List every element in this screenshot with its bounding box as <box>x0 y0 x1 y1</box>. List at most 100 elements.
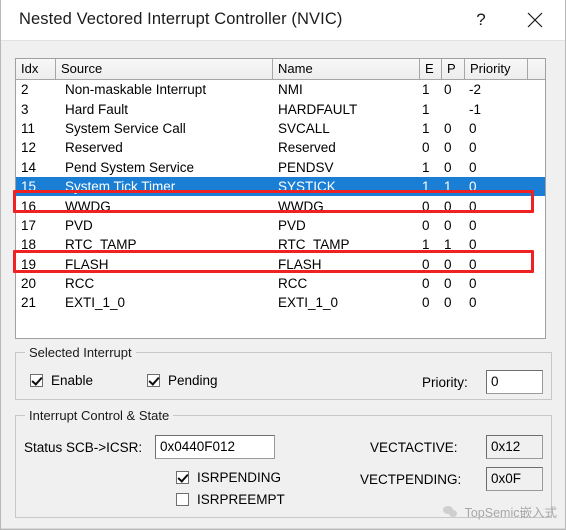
cell-idx: 17 <box>21 217 37 233</box>
nvic-window: Nested Vectored Interrupt Controller (NV… <box>0 0 566 530</box>
cell-p: 0 <box>444 120 452 136</box>
isrpreempt-checkbox-row[interactable]: ISRPREEMPT <box>176 492 285 507</box>
cell-source: Non-maskable Interrupt <box>65 82 207 98</box>
pending-checkbox-row[interactable]: Pending <box>147 373 218 388</box>
vectpending-label: VECTPENDING: <box>360 472 462 487</box>
cell-e: 0 <box>422 217 430 233</box>
cell-priority: 0 <box>469 295 477 311</box>
cell-priority: 0 <box>469 159 477 175</box>
cell-idx: 14 <box>21 159 37 175</box>
isrpreempt-checkbox[interactable] <box>176 493 189 506</box>
cell-idx: 20 <box>21 276 37 292</box>
cell-name: FLASH <box>278 256 322 272</box>
cell-priority: 0 <box>469 217 477 233</box>
vectactive-label: VECTACTIVE: <box>370 440 458 455</box>
cell-p: 1 <box>444 237 452 253</box>
cell-e: 1 <box>422 179 430 195</box>
table-row[interactable]: 11 System Service Call SVCALL 1 0 0 <box>16 119 545 138</box>
table-row[interactable]: 17 PVD PVD 0 0 0 <box>16 216 545 235</box>
cell-name: RCC <box>278 276 308 292</box>
cell-priority: -1 <box>469 101 482 117</box>
cell-priority: 0 <box>469 276 477 292</box>
table-row[interactable]: 21 EXTI_1_0 EXTI_1_0 0 0 0 <box>16 293 545 312</box>
cell-e: 1 <box>422 159 430 175</box>
close-button[interactable] <box>513 0 557 40</box>
cell-p: 0 <box>444 217 452 233</box>
isrpending-checkbox[interactable] <box>176 471 189 484</box>
enable-checkbox[interactable] <box>30 374 43 387</box>
table-row[interactable]: 18 RTC_TAMP RTC_TAMP 1 1 0 <box>16 235 545 254</box>
cell-idx: 18 <box>21 237 37 253</box>
cell-e: 0 <box>422 198 430 214</box>
column-header-pending[interactable]: P <box>442 59 465 79</box>
table-row[interactable]: 16 WWDG WWDG 0 0 0 <box>16 196 545 215</box>
status-icsr-input[interactable]: 0x0440F012 <box>155 435 275 459</box>
column-header-filler[interactable] <box>528 59 545 79</box>
table-row[interactable]: 12 Reserved Reserved 0 0 0 <box>16 138 545 157</box>
cell-idx: 19 <box>21 256 37 272</box>
cell-e: 1 <box>422 101 430 117</box>
priority-input[interactable]: 0 <box>486 370 543 394</box>
interrupt-control-state-title: Interrupt Control & State <box>25 408 174 423</box>
watermark: TopSemic嵌入式 <box>442 502 557 521</box>
cell-source: WWDG <box>65 198 111 214</box>
column-header-source[interactable]: Source <box>56 59 273 79</box>
isrpending-checkbox-row[interactable]: ISRPENDING <box>176 470 281 485</box>
cell-priority: 0 <box>469 179 477 195</box>
enable-label: Enable <box>51 373 94 388</box>
selected-interrupt-group: Selected Interrupt Enable Pending Priori… <box>15 345 552 400</box>
table-row[interactable]: 2 Non-maskable Interrupt NMI 1 0 -2 <box>16 80 545 99</box>
wechat-icon <box>442 505 459 519</box>
cell-p: 0 <box>444 276 452 292</box>
cell-name: HARDFAULT <box>278 101 358 117</box>
cell-source: System Tick Timer <box>65 179 176 195</box>
cell-source: EXTI_1_0 <box>65 295 126 311</box>
column-header-priority[interactable]: Priority <box>465 59 528 79</box>
table-row[interactable]: 20 RCC RCC 0 0 0 <box>16 274 545 293</box>
cell-name: Reserved <box>278 140 336 156</box>
isrpending-label: ISRPENDING <box>197 470 282 485</box>
cell-p: 0 <box>444 159 452 175</box>
watermark-text: TopSemic嵌入式 <box>464 506 557 520</box>
cell-e: 0 <box>422 276 430 292</box>
cell-e: 0 <box>422 295 430 311</box>
enable-checkbox-row[interactable]: Enable <box>30 373 93 388</box>
interrupt-rows: 2 Non-maskable Interrupt NMI 1 0 -2 3 Hard Faul… <box>16 80 545 313</box>
title-bar: Nested Vectored Interrupt Controller (NV… <box>1 0 565 41</box>
cell-priority: 0 <box>469 140 477 156</box>
cell-p: 0 <box>444 295 452 311</box>
help-button[interactable]: ? <box>459 0 503 40</box>
cell-name: PVD <box>278 217 306 233</box>
interrupt-list[interactable]: Idx Source Name E P Priority 2 Non-maskab… <box>15 58 546 339</box>
pending-label: Pending <box>168 373 218 388</box>
table-row[interactable]: 3 Hard Fault HARDFAULT 1 -1 <box>16 99 545 118</box>
cell-idx: 11 <box>21 120 36 136</box>
cell-p: 0 <box>444 82 452 98</box>
cell-e: 1 <box>422 237 430 253</box>
cell-e: 0 <box>422 140 430 156</box>
window-title: Nested Vectored Interrupt Controller (NV… <box>19 10 343 28</box>
cell-source: Pend System Service <box>65 159 195 175</box>
cell-source: FLASH <box>65 256 109 272</box>
status-icsr-label: Status SCB->ICSR: <box>24 440 143 455</box>
pending-checkbox[interactable] <box>147 374 160 387</box>
cell-source: RTC_TAMP <box>65 237 137 253</box>
cell-source: Hard Fault <box>65 101 129 117</box>
column-header-enable[interactable]: E <box>420 59 442 79</box>
cell-idx: 12 <box>21 140 37 156</box>
cell-p: 0 <box>444 198 452 214</box>
column-header-idx[interactable]: Idx <box>16 59 56 79</box>
cell-idx: 3 <box>21 101 29 117</box>
table-row[interactable]: 15 System Tick Timer SYSTICK 1 1 0 <box>16 176 545 197</box>
cell-priority: -2 <box>469 82 482 98</box>
cell-name: SYSTICK <box>278 179 336 195</box>
cell-e: 0 <box>422 256 430 272</box>
cell-idx: 2 <box>21 82 29 98</box>
table-row[interactable]: 19 FLASH FLASH 0 0 0 <box>16 255 545 274</box>
cell-name: PENDSV <box>278 159 334 175</box>
cell-e: 1 <box>422 82 430 98</box>
cell-source: System Service Call <box>65 120 186 136</box>
table-row[interactable]: 14 Pend System Service PENDSV 1 0 0 <box>16 158 545 177</box>
column-header-name[interactable]: Name <box>273 59 420 79</box>
cell-idx: 16 <box>21 198 37 214</box>
